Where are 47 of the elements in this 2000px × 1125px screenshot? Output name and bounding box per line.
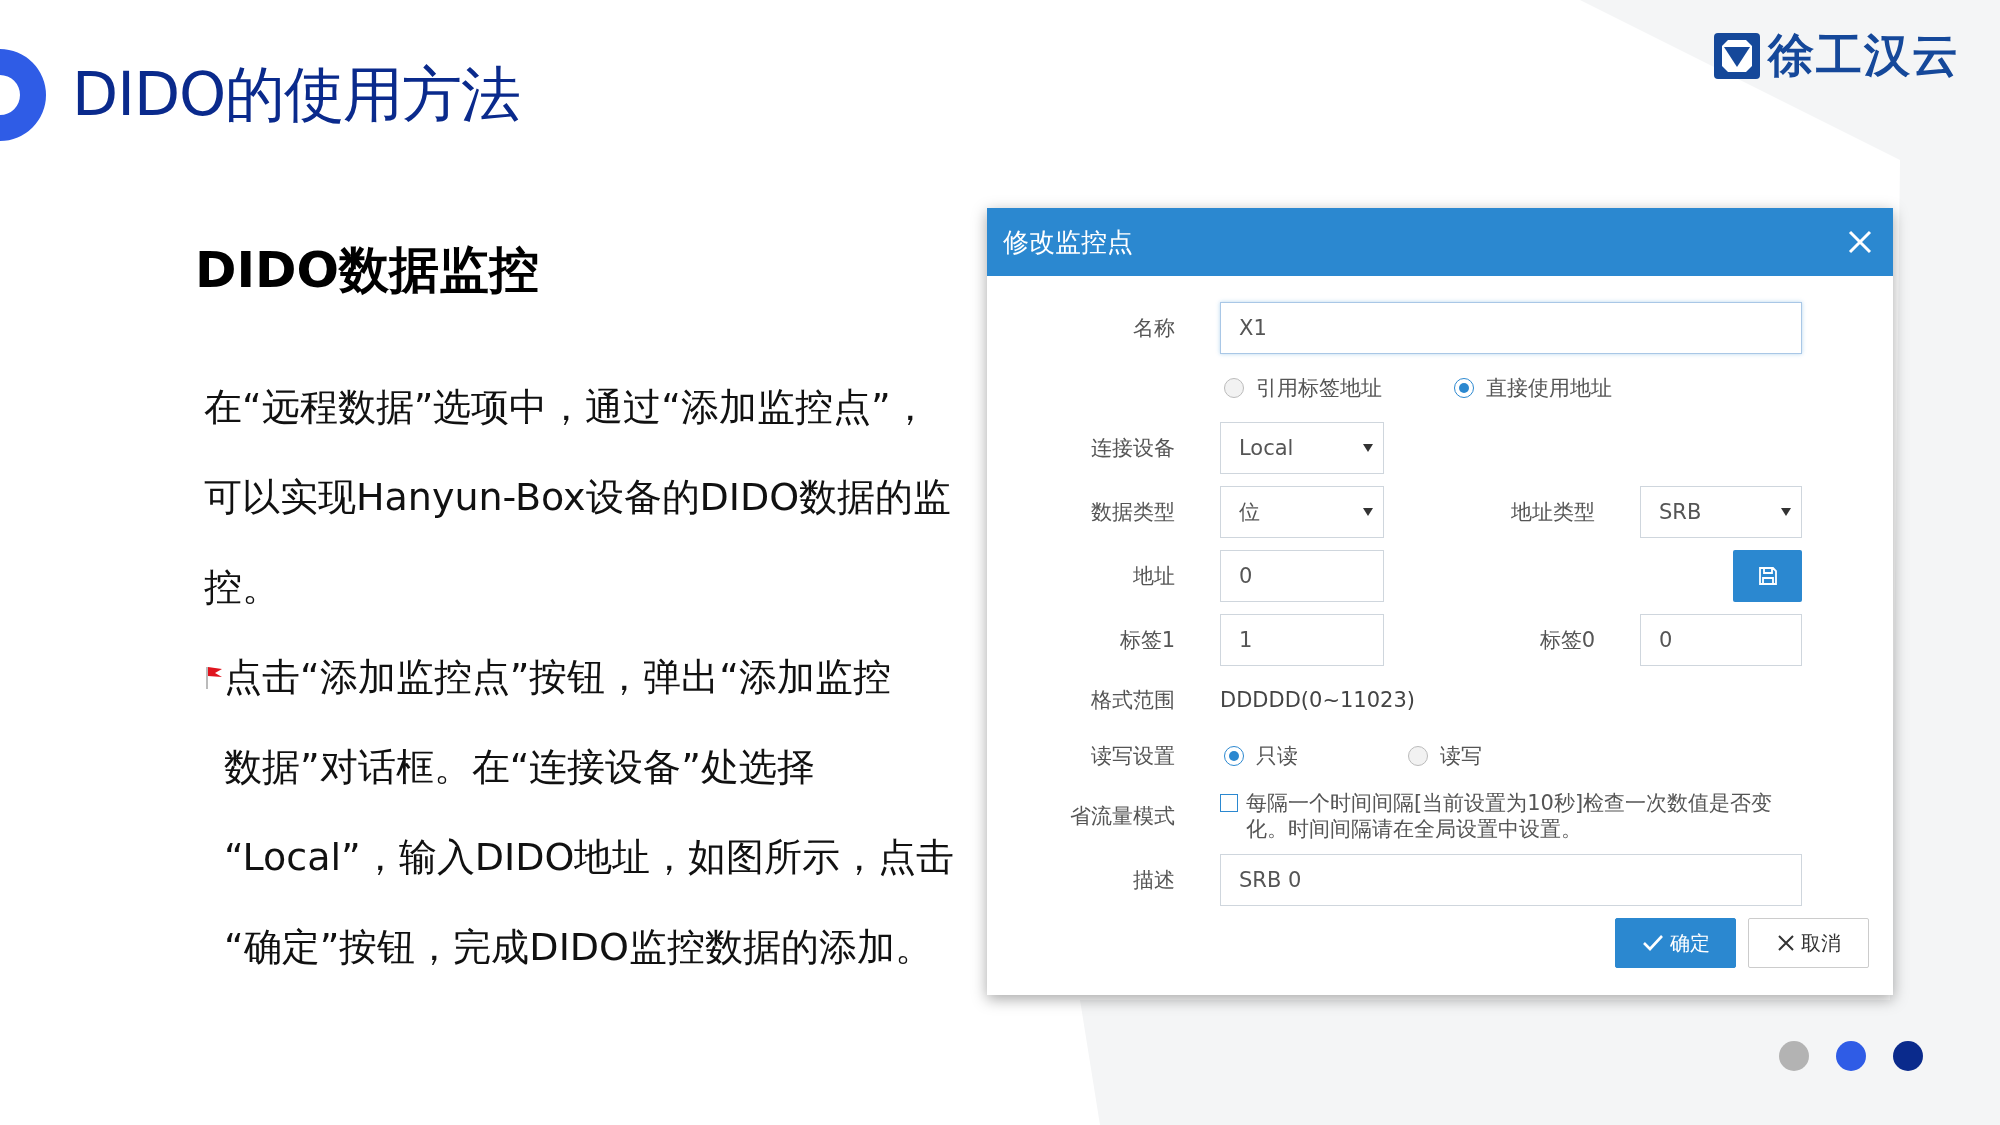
section-heading: DIDO数据监控 <box>195 240 541 300</box>
input-field[interactable]: X1 <box>1220 302 1802 354</box>
checkbox[interactable] <box>1220 794 1238 812</box>
input-field[interactable]: 0 <box>1220 550 1384 602</box>
paragraph-line: 控。 <box>204 564 281 611</box>
dropdown[interactable]: 位 <box>1220 486 1384 538</box>
radio-option[interactable]: 引用标签地址 <box>1224 374 1382 402</box>
field-label: 读写设置 <box>1090 743 1175 770</box>
dropdown[interactable]: SRB <box>1640 486 1802 538</box>
field-label: 标签1 <box>1118 627 1175 654</box>
field-label: 省流量模式 <box>1069 803 1175 830</box>
input-field[interactable]: 0 <box>1640 614 1802 666</box>
dropdown[interactable]: Local <box>1220 422 1384 474</box>
paragraph-line: “Local”，输入DIDO地址，如图所示，点击 <box>224 834 955 881</box>
logo-icon <box>1714 33 1760 79</box>
radio-option[interactable]: 直接使用地址 <box>1454 374 1612 402</box>
field-label: 标签0 <box>1538 627 1595 654</box>
field-label: 数据类型 <box>1090 499 1175 526</box>
input-field[interactable]: 1 <box>1220 614 1384 666</box>
paragraph-line: 点击“添加监控点”按钮，弹出“添加监控 <box>224 654 893 701</box>
field-label: 地址类型 <box>1510 499 1595 526</box>
checkbox-label: 每隔一个时间间隔[当前设置为10秒]检查一次数值是否变化。时间间隔请在全局设置中设置。 <box>1246 790 1774 842</box>
paragraph-line: 数据”对话框。在“连接设备”处选择 <box>224 744 817 791</box>
confirm-button[interactable]: 确定 <box>1615 918 1736 968</box>
close-icon <box>1776 934 1795 952</box>
field-label: 地址 <box>1132 563 1175 590</box>
checkmark-icon <box>1641 934 1664 952</box>
slide-title: DIDO的使用方法 <box>72 57 521 131</box>
field-label: 名称 <box>1132 315 1175 342</box>
field-label: 格式范围 <box>1090 687 1175 714</box>
dropdown-caret-icon <box>1781 508 1791 516</box>
close-icon[interactable] <box>1847 229 1873 255</box>
dropdown-caret-icon <box>1363 508 1373 516</box>
cancel-button[interactable]: 取消 <box>1748 918 1869 968</box>
field-label: 连接设备 <box>1090 435 1175 462</box>
radio-option[interactable]: 只读 <box>1224 742 1298 770</box>
paragraph-line: 在“远程数据”选项中，通过“添加监控点”， <box>204 384 930 431</box>
dropdown-caret-icon <box>1363 444 1373 452</box>
paragraph-line: 可以实现Hanyun-Box设备的DIDO数据的监 <box>204 474 952 521</box>
input-field[interactable]: SRB 0 <box>1220 854 1802 906</box>
dialog-title: 修改监控点 <box>1003 225 1133 259</box>
field-label: 描述 <box>1132 867 1175 894</box>
paragraph-line: “确定”按钮，完成DIDO监控数据的添加。 <box>224 924 934 971</box>
radio-option[interactable]: 读写 <box>1408 742 1482 770</box>
format-range-value: DDDDD(0~11023) <box>1220 688 1415 712</box>
logo-text: 徐工汉云 <box>1768 27 1960 84</box>
save-button[interactable] <box>1733 550 1802 602</box>
